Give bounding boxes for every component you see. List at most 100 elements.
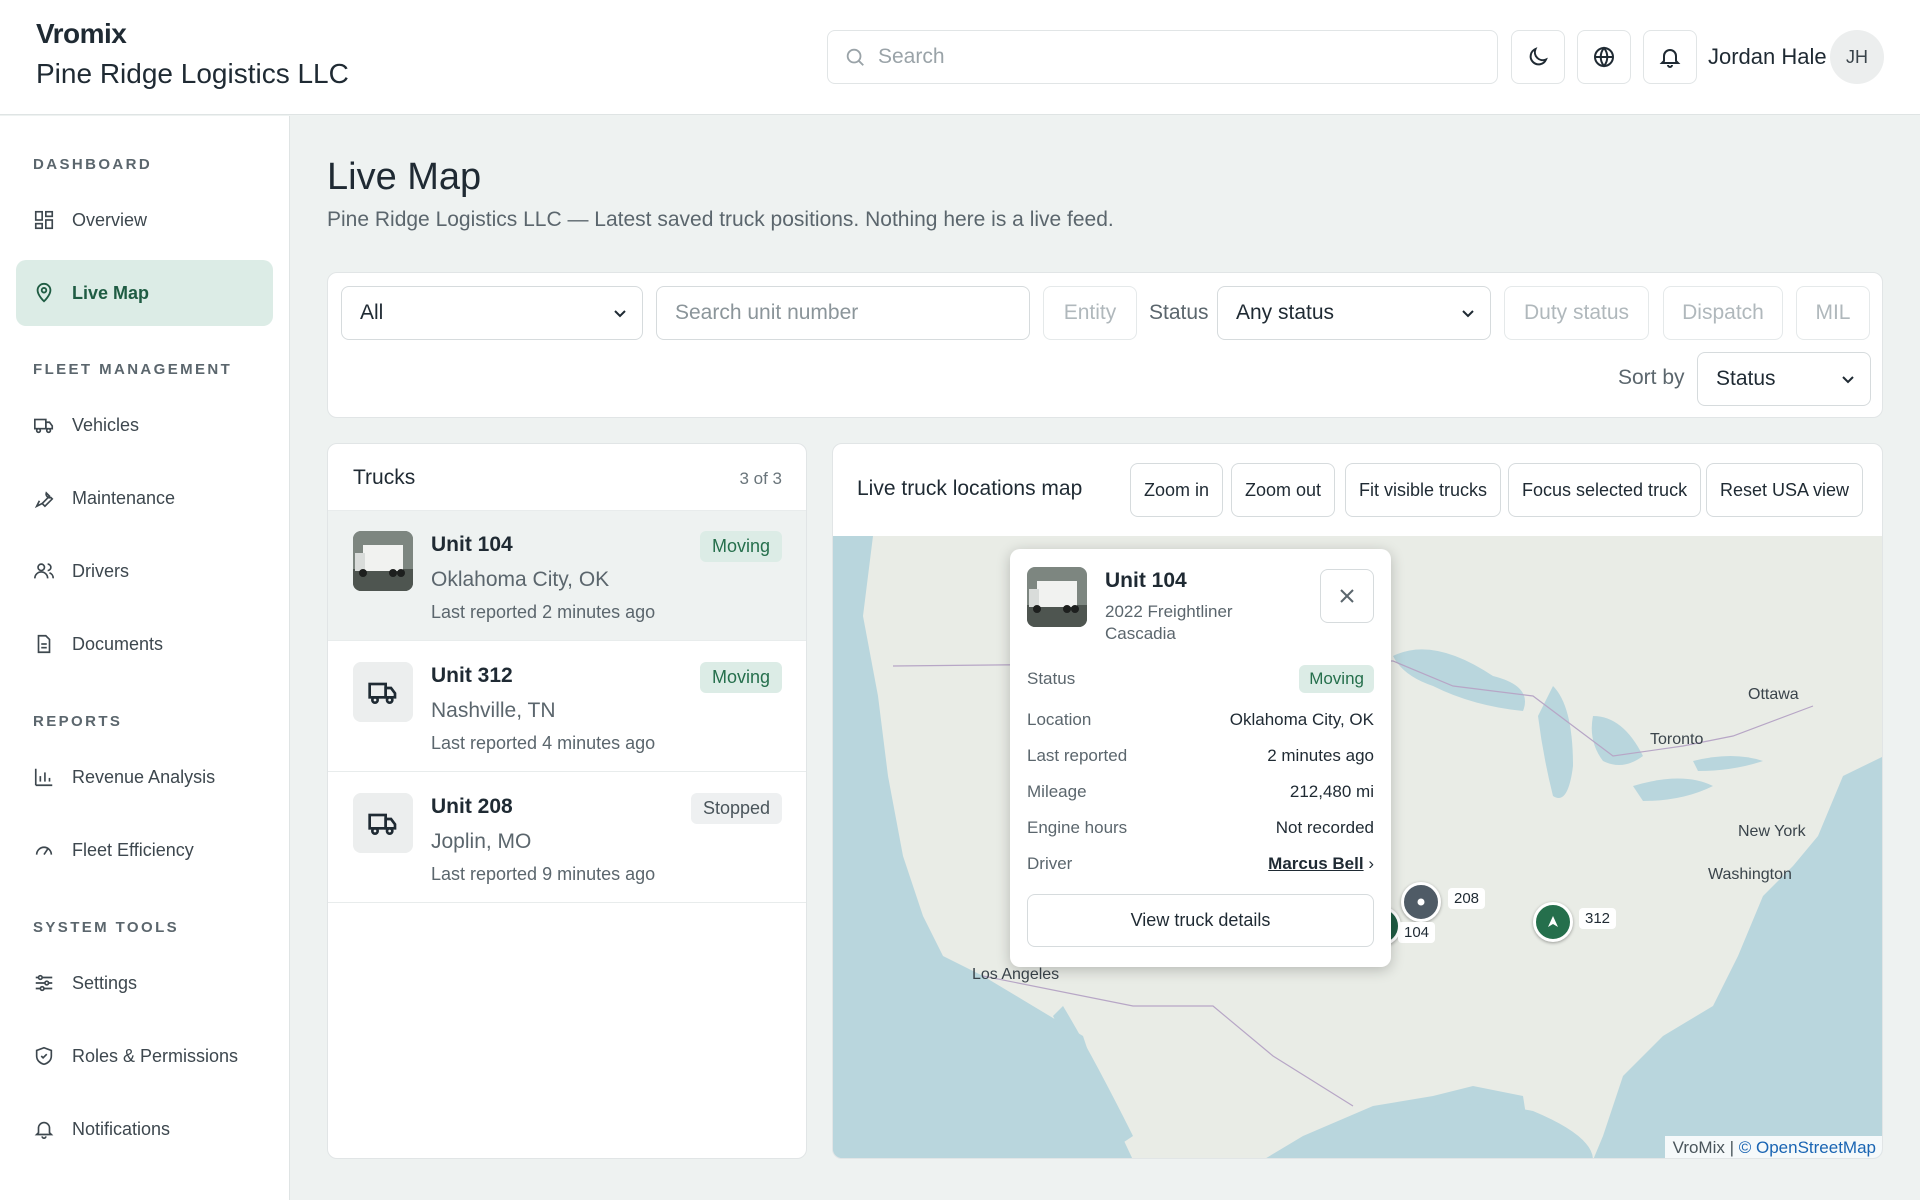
nav-section-system-tools: SYSTEM TOOLS [33,919,180,936]
sidebar-item-live-map[interactable]: Live Map [16,260,273,326]
popup-model: 2022 Freightliner Cascadia [1105,602,1233,643]
navigation-arrow-icon [1548,916,1558,927]
wrench-icon [34,491,54,509]
zoom-out-button[interactable]: Zoom out [1231,463,1336,517]
truck-name: Unit 312 [431,664,513,687]
unit-search-input[interactable]: Search unit number [656,286,1030,340]
sidebar-item-label: Documents [72,633,164,654]
truck-row-104[interactable]: Unit 104 Oklahoma City, OK Last reported… [328,511,806,641]
reset-usa-view-button[interactable]: Reset USA view [1706,463,1864,517]
bar-chart-icon [34,768,53,787]
popup-row-driver: Driver Marcus Bell › [1027,854,1374,874]
status-select[interactable]: Any status [1217,286,1491,340]
map-label-ottawa: Ottawa [1748,686,1799,703]
gauge-icon [35,846,53,856]
popup-row-engine-hours: Engine hours Not recorded [1027,818,1374,838]
sidebar-item-revenue-analysis[interactable]: Revenue Analysis [16,744,273,810]
popup-value: 2 minutes ago [1267,746,1374,765]
chevron-down-icon [1842,376,1854,384]
sidebar-item-label: Roles & Permissions [72,1045,239,1066]
truck-city: Oklahoma City, OK [431,568,610,591]
openstreetmap-link[interactable]: © OpenStreetMap [1739,1138,1876,1157]
sidebar-item-drivers[interactable]: Drivers [16,538,273,604]
chevron-down-icon [1462,310,1474,318]
status-badge: Stopped [690,793,782,824]
dispatch-filter[interactable]: Dispatch [1663,286,1783,340]
popup-unit-name: Unit 104 [1105,569,1187,592]
top-bar: Vromix Pine Ridge Logistics LLC Jordan H… [0,0,1920,115]
global-search[interactable] [827,30,1498,84]
sidebar: DASHBOARD Overview Live Map FLEET MANAGE… [0,116,290,1200]
brand-logo[interactable]: Vromix [36,18,127,50]
filter-bar: All Search unit number Entity Status Any… [327,272,1883,418]
popup-value: Not recorded [1275,818,1374,837]
truck-marker-label: 312 [1579,908,1617,929]
user-name[interactable]: Jordan Hale [1708,44,1827,70]
popup-row-mileage: Mileage 212,480 mi [1027,782,1374,802]
globe-icon [1594,46,1614,68]
sort-select[interactable]: Status [1697,352,1871,406]
truck-marker-312[interactable] [1533,902,1573,942]
sidebar-item-maintenance[interactable]: Maintenance [16,465,273,531]
driver-link[interactable]: Marcus Bell › [1268,854,1374,874]
nav-section-reports: REPORTS [33,713,123,730]
duty-status-filter[interactable]: Duty status [1504,286,1649,340]
sidebar-item-label: Vehicles [72,414,140,435]
view-truck-details-button[interactable]: View truck details [1027,894,1374,947]
shield-icon [35,1046,53,1066]
truck-row-312[interactable]: Unit 312 Nashville, TN Last reported 4 m… [328,642,806,772]
map-label-toronto: Toronto [1650,731,1704,748]
trucks-panel: Trucks 3 of 3 Unit 104 Oklahoma City, OK… [327,443,807,1159]
popup-value: 212,480 mi [1289,782,1374,801]
truck-row-208[interactable]: Unit 208 Joplin, MO Last reported 9 minu… [328,773,806,903]
fit-visible-trucks-button[interactable]: Fit visible trucks [1345,463,1502,517]
trucks-header: Trucks 3 of 3 [328,444,806,511]
sidebar-item-documents[interactable]: Documents [16,611,273,677]
truck-thumb [353,662,413,722]
language-button[interactable] [1577,30,1631,84]
notifications-button[interactable] [1643,30,1697,84]
truck-name: Unit 104 [431,533,513,556]
document-icon [37,634,51,654]
status-label: Status [1149,301,1209,324]
users-icon [34,563,54,579]
map-label-new-york: New York [1738,823,1806,840]
truck-last-reported: Last reported 4 minutes ago [431,733,656,753]
map-label-washington: Washington [1708,866,1792,883]
popup-key: Engine hours [1027,818,1128,837]
bell-icon [34,1121,54,1139]
sort-select-value: Status [1716,367,1776,390]
theme-toggle-button[interactable] [1511,30,1565,84]
truck-icon [368,682,397,704]
truck-photo [1027,567,1087,627]
search-input[interactable] [878,45,1478,69]
truck-city: Joplin, MO [431,830,532,853]
sidebar-item-fleet-efficiency[interactable]: Fleet Efficiency [16,817,273,883]
stopped-dot-icon [1417,898,1425,906]
popup-key: Mileage [1027,782,1087,801]
zoom-in-button[interactable]: Zoom in [1130,463,1224,517]
sidebar-item-label: Revenue Analysis [72,766,216,787]
sidebar-item-notifications[interactable]: Notifications [16,1096,273,1162]
truck-marker-208[interactable] [1401,882,1441,922]
sidebar-item-roles-permissions[interactable]: Roles & Permissions [16,1023,273,1089]
bell-icon [1659,49,1681,68]
map-attribution: VroMix | © OpenStreetMap [1664,1136,1882,1158]
close-icon [1340,589,1354,603]
mil-filter[interactable]: MIL [1796,286,1870,340]
sidebar-item-settings[interactable]: Settings [16,950,273,1016]
sidebar-item-vehicles[interactable]: Vehicles [16,392,273,458]
entity-filter[interactable]: Entity [1043,286,1137,340]
truck-name: Unit 208 [431,795,513,818]
truck-thumb [353,793,413,853]
avatar[interactable]: JH [1830,30,1884,84]
popup-key: Driver [1027,854,1073,873]
truck-photo-image [353,531,413,591]
sidebar-item-overview[interactable]: Overview [16,187,273,253]
truck-popup: Unit 104 2022 Freightliner Cascadia Stat… [1010,549,1391,967]
popup-row-last-reported: Last reported 2 minutes ago [1027,746,1374,766]
scope-select[interactable]: All [341,286,643,340]
focus-selected-truck-button[interactable]: Focus selected truck [1508,463,1702,517]
popup-close-button[interactable] [1320,569,1374,623]
map-pin-icon [36,282,52,303]
